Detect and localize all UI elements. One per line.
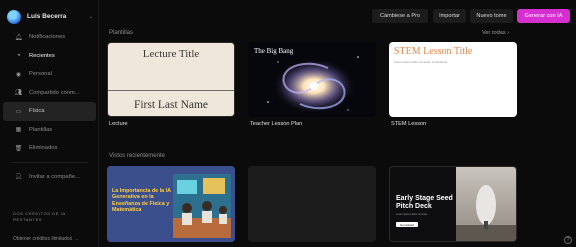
recent-card[interactable]: Early Stage Seed Pitch Deck Lorem ipsum …: [389, 166, 517, 242]
sidebar-item-label: Plantillas: [29, 126, 53, 133]
recent-section-label: Vistos recientemente: [109, 153, 165, 159]
template-card-stem[interactable]: STEM Lesson Title Lorem ipsum dolor sit …: [389, 42, 517, 117]
thumb-subtitle: Lorem ipsum dolor sit amet, consectetur: [394, 60, 448, 64]
template-card-lesson-plan[interactable]: The Big Bang: [248, 42, 376, 117]
templates-section-label: Plantillas: [109, 30, 134, 36]
recent-card[interactable]: La Importancia de la IA Generativa en la…: [107, 166, 235, 242]
template-caption: Lecture: [109, 121, 128, 127]
person-icon: ◉: [15, 71, 22, 78]
generate-ai-button[interactable]: Generar con IA: [517, 9, 570, 23]
import-button[interactable]: Importar: [433, 9, 466, 23]
template-caption: Teacher Lesson Plan: [250, 121, 303, 127]
thumb-subtitle: Lorem ipsum dolor sit amet: [396, 213, 428, 216]
sidebar-item-notifications[interactable]: 🔔︎ Notificaciones: [3, 28, 96, 47]
sidebar-item-recent[interactable]: ◔ Recientes: [3, 47, 96, 66]
upgrade-button[interactable]: Cámbiese a Pro: [372, 9, 428, 23]
sidebar-item-trash[interactable]: 🗑︎ Eliminados: [3, 139, 96, 158]
sidebar-item-label: Personal: [29, 71, 52, 78]
sidebar-item-fisica[interactable]: ▭ Física: [3, 102, 96, 121]
clock-icon: ◔: [16, 52, 21, 59]
credits-remaining: DOS CRÉDITOS DE IA RESTANTES: [13, 211, 66, 222]
chevron-down-icon: ⌄: [88, 13, 93, 20]
new-button[interactable]: Nuevo tome: [470, 9, 513, 23]
thumb-title: The Big Bang: [254, 47, 294, 55]
thumb-title: La Importancia de la IA Generativa en la…: [112, 188, 171, 214]
sidebar-item-shared[interactable]: 👥︎ Compartido conm...: [3, 84, 96, 103]
sidebar-item-label: Eliminados: [29, 145, 58, 152]
recent-card[interactable]: [248, 166, 376, 242]
see-all-link[interactable]: Ver todas ›: [482, 30, 509, 36]
trash-icon: 🗑︎: [14, 145, 23, 152]
bell-icon: 🔔︎: [14, 34, 23, 41]
unlimited-credits-link[interactable]: Obtener créditos ilimitados →: [13, 236, 79, 242]
user-name: Luis Becerra: [27, 13, 67, 20]
sidebar: Luis Becerra ⌄ 🔔︎ Notificaciones ◔ Recie…: [0, 0, 99, 247]
thumb-footer: First Last Name: [133, 99, 209, 111]
user-menu[interactable]: Luis Becerra ⌄: [7, 8, 93, 25]
sidebar-item-label: Física: [29, 108, 45, 115]
sidebar-item-label: Invitar a compañe...: [29, 173, 80, 180]
avatar: [7, 9, 21, 24]
grid-icon: ▦: [15, 127, 22, 134]
sidebar-item-templates[interactable]: ▦ Plantillas: [3, 121, 96, 140]
people-icon: 👥︎: [14, 90, 23, 97]
thumb-title: STEM Lesson Title: [394, 46, 473, 57]
sidebar-item-label: Compartido conm...: [29, 89, 80, 96]
sidebar-item-personal[interactable]: ◉ Personal: [3, 65, 96, 84]
divider: [108, 90, 234, 92]
thumb-title: Lecture Title: [142, 48, 200, 60]
invite-icon: 👤︎: [14, 174, 23, 181]
sidebar-item-label: Notificaciones: [29, 34, 66, 41]
template-card-lecture[interactable]: Lecture Title First Last Name: [107, 42, 235, 117]
thumb-title: Early Stage Seed Pitch Deck: [396, 195, 453, 210]
divider: [11, 161, 88, 163]
sidebar-nav: 🔔︎ Notificaciones ◔ Recientes ◉ Personal…: [3, 28, 96, 186]
thumb-button: Get started: [396, 222, 418, 227]
sidebar-item-label: Recientes: [29, 52, 55, 59]
help-icon[interactable]: ?: [564, 236, 572, 244]
template-caption: STEM Lesson: [391, 121, 427, 127]
folder-icon: ▭: [15, 108, 22, 115]
sidebar-item-invite[interactable]: 👤︎ Invitar a compañe...: [3, 168, 96, 187]
